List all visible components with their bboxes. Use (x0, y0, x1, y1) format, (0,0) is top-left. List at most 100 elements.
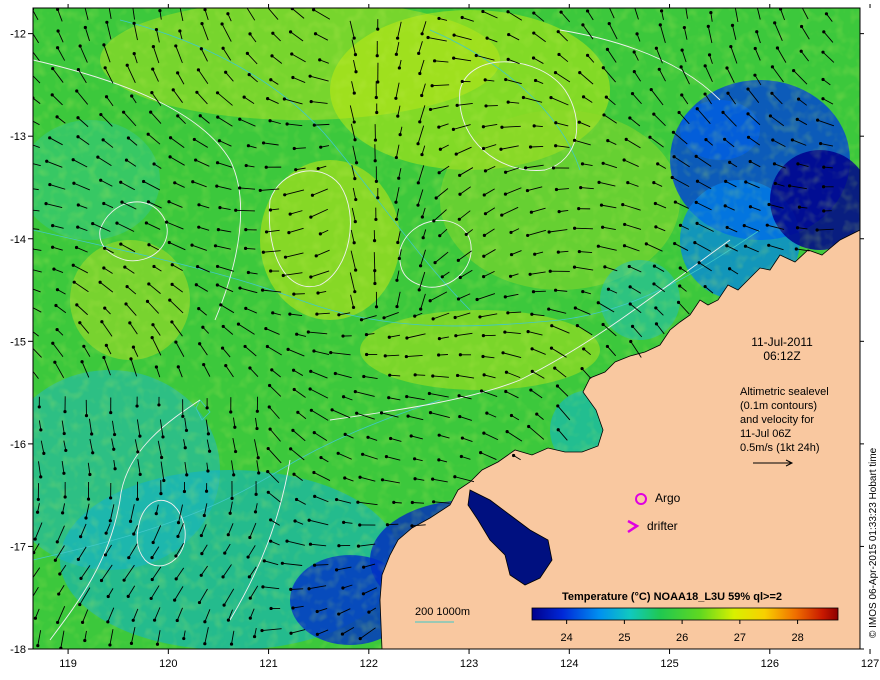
velocity-arrow-head (397, 176, 401, 180)
velocity-arrow-head (28, 27, 31, 30)
velocity-arrow-head (27, 117, 30, 120)
velocity-arrow-head (555, 384, 560, 388)
colorbar-title: Temperature (°C) NOAA18_L3U 59% ql>=2 (562, 591, 782, 603)
velocity-arrow-head (504, 170, 508, 174)
velocity-arrow-head (792, 68, 796, 73)
velocity-arrow-head (775, 46, 780, 50)
velocity-arrow-head (200, 22, 204, 26)
velocity-arrow-head (329, 350, 333, 355)
velocity-arrow-head (730, 23, 735, 27)
velocity-arrow-head (282, 97, 286, 101)
velocity-arrow-head (768, 114, 773, 118)
velocity-arrow-head (62, 471, 66, 475)
velocity-arrow-head (146, 200, 151, 204)
velocity-arrow-head (55, 115, 59, 119)
velocity-arrow-head (82, 344, 86, 348)
velocity-arrow-head (703, 284, 707, 289)
velocity-arrow-head (652, 264, 657, 268)
velocity-arrow-head (693, 241, 697, 245)
velocity-arrow-head (628, 285, 632, 289)
velocity-arrow-head (271, 31, 275, 35)
velocity-arrow-head (548, 269, 552, 273)
velocity-arrow-head (33, 537, 37, 541)
velocity-arrow-head (630, 324, 635, 328)
velocity-arrow-head (36, 644, 40, 648)
velocity-arrow-head (533, 78, 538, 83)
velocity-arrow-head (309, 408, 313, 412)
isobath-legend-label: 200 1000m (415, 606, 470, 618)
velocity-arrow-head (437, 16, 441, 21)
velocity-arrow-head (80, 620, 85, 624)
velocity-arrow-head (248, 535, 252, 540)
velocity-arrow-head (420, 32, 424, 36)
velocity-arrow-head (375, 54, 379, 58)
velocity-arrow-head (673, 200, 677, 204)
velocity-arrow-head (728, 160, 732, 164)
x-tick-label: 119 (59, 658, 77, 670)
velocity-arrow-head (39, 428, 43, 432)
velocity-arrow-head (547, 230, 551, 234)
velocity-arrow-head (580, 367, 584, 371)
velocity-arrow-head (482, 233, 486, 237)
velocity-arrow-head (62, 431, 66, 436)
velocity-arrow-head (397, 66, 401, 70)
velocity-arrow-head (364, 332, 369, 337)
velocity-arrow-head (131, 618, 135, 622)
velocity-arrow-head (109, 496, 113, 500)
velocity-arrow-head (63, 410, 67, 414)
velocity-arrow-head (523, 166, 528, 170)
velocity-arrow-head (379, 411, 384, 415)
velocity-arrow-head (293, 519, 297, 523)
velocity-arrow-head (556, 250, 560, 254)
velocity-arrow-head (264, 326, 268, 331)
velocity-arrow-head (256, 456, 260, 460)
velocity-arrow-head (104, 95, 109, 99)
velocity-arrow-head (129, 357, 133, 361)
velocity-arrow-head (333, 371, 337, 376)
velocity-arrow-head (506, 57, 510, 61)
velocity-arrow-head (428, 107, 433, 112)
velocity-arrow-head (21, 186, 24, 189)
velocity-arrow-head (289, 631, 293, 635)
velocity-arrow-head (170, 320, 174, 324)
velocity-arrow-head (601, 225, 605, 229)
altimetry-note-line-5: 0.5m/s (1kt 24h) (740, 442, 819, 454)
velocity-arrow-head (185, 473, 189, 477)
velocity-arrow-head (72, 181, 76, 185)
altimetry-note-line-1: Altimetric sealevel (740, 386, 829, 398)
velocity-arrow-head (76, 67, 80, 72)
velocity-arrow-head (243, 246, 248, 251)
velocity-arrow-head (125, 285, 129, 289)
velocity-arrow-head (680, 93, 684, 97)
velocity-arrow (290, 588, 304, 590)
velocity-arrow-head (376, 27, 380, 31)
altimetry-note-line-3: and velocity for (740, 414, 814, 426)
velocity-arrow-head (580, 162, 585, 166)
velocity-arrow-head (150, 556, 154, 560)
y-tick-label: -17 (10, 541, 26, 553)
velocity-arrow-head (196, 68, 201, 72)
velocity-arrow-head (550, 324, 554, 328)
velocity-arrow-head (635, 32, 639, 36)
velocity-arrow-head (315, 609, 319, 614)
velocity-arrow-head (433, 261, 437, 265)
velocity-arrow-head (395, 278, 399, 282)
velocity-arrow-head (481, 334, 486, 338)
velocity-arrow-head (557, 210, 561, 214)
velocity-arrow-head (76, 116, 80, 120)
velocity-arrow-head (723, 137, 727, 141)
velocity-arrow-head (556, 404, 560, 408)
velocity-arrow-head (291, 606, 295, 610)
velocity-arrow-head (413, 457, 417, 461)
velocity-arrow-head (122, 578, 126, 582)
velocity-arrow-head (154, 365, 159, 369)
velocity-arrow-head (112, 432, 117, 437)
velocity-arrow-head (24, 208, 27, 211)
velocity-arrow-head (353, 390, 357, 394)
velocity-arrow-head (131, 345, 136, 349)
velocity-arrow-head (262, 559, 266, 563)
velocity-arrow-head (822, 165, 826, 169)
velocity-arrow-head (694, 200, 698, 204)
velocity-arrow-head (695, 107, 699, 111)
altimetry-note-line-2: (0.1m contours) (740, 400, 817, 412)
